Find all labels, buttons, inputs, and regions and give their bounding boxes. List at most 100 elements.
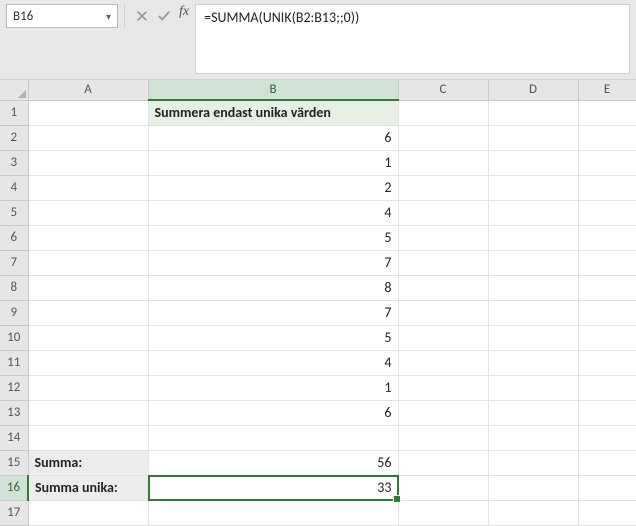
row-header-1[interactable]: 1	[0, 100, 28, 125]
name-box[interactable]: B16 ▾	[6, 4, 118, 28]
row-header-15[interactable]: 15	[0, 450, 28, 475]
cell-A2[interactable]	[28, 125, 148, 150]
cell-B2[interactable]: 6	[148, 125, 398, 150]
cell-D14[interactable]	[488, 425, 578, 450]
cell-A17[interactable]	[28, 500, 148, 525]
cell-E1[interactable]	[578, 100, 636, 125]
cell-C1[interactable]	[398, 100, 488, 125]
cell-D9[interactable]	[488, 300, 578, 325]
enter-formula-button[interactable]	[153, 4, 175, 28]
cell-E5[interactable]	[578, 200, 636, 225]
cell-E11[interactable]	[578, 350, 636, 375]
cell-E14[interactable]	[578, 425, 636, 450]
cell-A10[interactable]	[28, 325, 148, 350]
cell-B4[interactable]: 2	[148, 175, 398, 200]
cell-B13[interactable]: 6	[148, 400, 398, 425]
cell-B11[interactable]: 4	[148, 350, 398, 375]
col-header-C[interactable]: C	[398, 80, 488, 100]
cell-D12[interactable]	[488, 375, 578, 400]
cell-B16[interactable]: 33	[148, 475, 398, 500]
row-header-13[interactable]: 13	[0, 400, 28, 425]
cell-A5[interactable]	[28, 200, 148, 225]
row-header-16[interactable]: 16	[0, 475, 28, 500]
cell-D4[interactable]	[488, 175, 578, 200]
cell-A6[interactable]	[28, 225, 148, 250]
cell-A16[interactable]: Summa unika:	[28, 475, 148, 500]
row-header-8[interactable]: 8	[0, 275, 28, 300]
col-header-E[interactable]: E	[578, 80, 636, 100]
cell-E6[interactable]	[578, 225, 636, 250]
row-header-7[interactable]: 7	[0, 250, 28, 275]
cell-D10[interactable]	[488, 325, 578, 350]
cell-A8[interactable]	[28, 275, 148, 300]
cell-E16[interactable]	[578, 475, 636, 500]
cell-C2[interactable]	[398, 125, 488, 150]
cell-B8[interactable]: 8	[148, 275, 398, 300]
cell-C14[interactable]	[398, 425, 488, 450]
cell-C10[interactable]	[398, 325, 488, 350]
cell-C9[interactable]	[398, 300, 488, 325]
row-header-11[interactable]: 11	[0, 350, 28, 375]
cell-C15[interactable]	[398, 450, 488, 475]
cell-C7[interactable]	[398, 250, 488, 275]
cell-B9[interactable]: 7	[148, 300, 398, 325]
cell-E13[interactable]	[578, 400, 636, 425]
cell-A14[interactable]	[28, 425, 148, 450]
formula-input[interactable]: =SUMMA(UNIK(B2:B13;;0))	[195, 4, 630, 74]
row-header-12[interactable]: 12	[0, 375, 28, 400]
row-header-5[interactable]: 5	[0, 200, 28, 225]
row-header-14[interactable]: 14	[0, 425, 28, 450]
cell-D2[interactable]	[488, 125, 578, 150]
cell-A7[interactable]	[28, 250, 148, 275]
cell-D11[interactable]	[488, 350, 578, 375]
cell-A15[interactable]: Summa:	[28, 450, 148, 475]
row-header-9[interactable]: 9	[0, 300, 28, 325]
row-header-6[interactable]: 6	[0, 225, 28, 250]
cell-C16[interactable]	[398, 475, 488, 500]
cell-B15[interactable]: 56	[148, 450, 398, 475]
cell-A9[interactable]	[28, 300, 148, 325]
cell-E10[interactable]	[578, 325, 636, 350]
cell-B10[interactable]: 5	[148, 325, 398, 350]
cell-D15[interactable]	[488, 450, 578, 475]
cell-E12[interactable]	[578, 375, 636, 400]
col-header-B[interactable]: B	[148, 80, 398, 100]
cell-D1[interactable]	[488, 100, 578, 125]
cancel-formula-button[interactable]	[131, 4, 153, 28]
cell-E9[interactable]	[578, 300, 636, 325]
row-header-4[interactable]: 4	[0, 175, 28, 200]
cell-B3[interactable]: 1	[148, 150, 398, 175]
cell-D16[interactable]	[488, 475, 578, 500]
chevron-down-icon[interactable]: ▾	[106, 10, 111, 23]
cell-E3[interactable]	[578, 150, 636, 175]
cell-B14[interactable]	[148, 425, 398, 450]
cell-D8[interactable]	[488, 275, 578, 300]
row-header-10[interactable]: 10	[0, 325, 28, 350]
cell-C3[interactable]	[398, 150, 488, 175]
cell-C12[interactable]	[398, 375, 488, 400]
spreadsheet-grid[interactable]: A B C D E 1 Summera endast unika värden …	[0, 80, 636, 526]
cell-D3[interactable]	[488, 150, 578, 175]
cell-A11[interactable]	[28, 350, 148, 375]
cell-D7[interactable]	[488, 250, 578, 275]
cell-B1[interactable]: Summera endast unika värden	[148, 100, 398, 125]
cell-D6[interactable]	[488, 225, 578, 250]
cell-A3[interactable]	[28, 150, 148, 175]
cell-E15[interactable]	[578, 450, 636, 475]
cell-A4[interactable]	[28, 175, 148, 200]
cell-D5[interactable]	[488, 200, 578, 225]
cell-A13[interactable]	[28, 400, 148, 425]
row-header-17[interactable]: 17	[0, 500, 28, 525]
cell-D13[interactable]	[488, 400, 578, 425]
col-header-D[interactable]: D	[488, 80, 578, 100]
cell-B5[interactable]: 4	[148, 200, 398, 225]
cell-C8[interactable]	[398, 275, 488, 300]
cell-E2[interactable]	[578, 125, 636, 150]
cell-C4[interactable]	[398, 175, 488, 200]
cell-E7[interactable]	[578, 250, 636, 275]
cell-C13[interactable]	[398, 400, 488, 425]
cell-C5[interactable]	[398, 200, 488, 225]
cell-D17[interactable]	[488, 500, 578, 525]
cell-E4[interactable]	[578, 175, 636, 200]
select-all-corner[interactable]	[0, 80, 28, 100]
